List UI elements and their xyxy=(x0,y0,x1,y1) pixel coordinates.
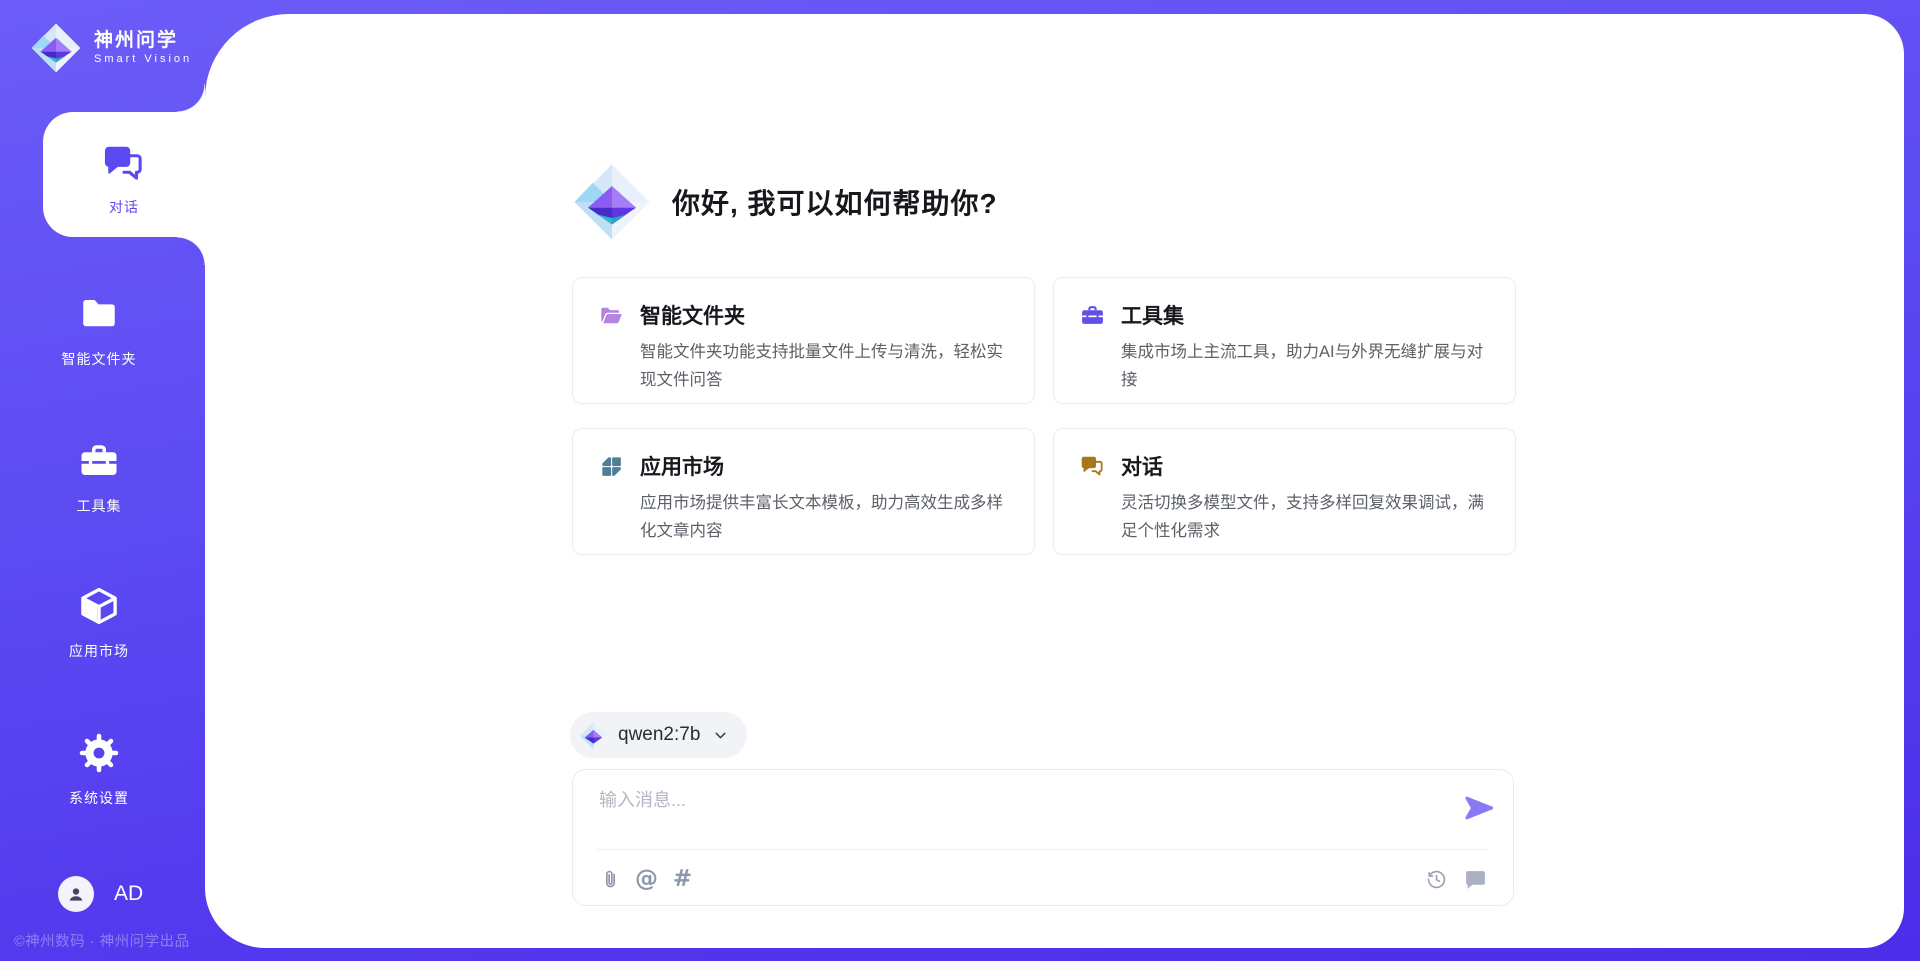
horizontal-scrollbar-track[interactable] xyxy=(0,961,1920,970)
sidebar-item-label: 应用市场 xyxy=(24,641,174,661)
person-icon xyxy=(65,883,87,905)
user-account[interactable]: AD xyxy=(58,876,143,912)
cube-icon xyxy=(78,585,120,627)
new-chat-button[interactable] xyxy=(1462,866,1489,893)
chevron-down-icon xyxy=(712,727,729,744)
greeting-block: 你好, 我可以如何帮助你? xyxy=(572,162,998,242)
card-description: 灵活切换多模型文件，支持多样回复效果调试，满足个性化需求 xyxy=(1121,489,1489,545)
card-title: 智能文件夹 xyxy=(640,300,745,330)
card-description: 智能文件夹功能支持批量文件上传与清洗，轻松实现文件问答 xyxy=(640,338,1008,394)
sidebar-item-chat[interactable]: 对话 xyxy=(43,112,205,237)
folder-icon xyxy=(78,293,120,335)
grid-cube-icon xyxy=(599,454,624,479)
copyright-footer: ©神州数码 · 神州问学出品 xyxy=(14,930,190,951)
card-description: 应用市场提供丰富长文本模板，助力高效生成多样化文章内容 xyxy=(640,489,1008,545)
paperclip-icon xyxy=(598,867,623,892)
composer-divider xyxy=(597,849,1489,850)
card-app-market[interactable]: 应用市场 应用市场提供丰富长文本模板，助力高效生成多样化文章内容 xyxy=(572,428,1035,555)
card-title: 应用市场 xyxy=(640,451,724,481)
user-initials: AD xyxy=(114,882,143,906)
hash-icon: # xyxy=(673,866,692,893)
history-button[interactable] xyxy=(1423,866,1450,893)
sidebar-item-toolset[interactable]: 工具集 xyxy=(24,440,174,516)
sidebar-item-label: 智能文件夹 xyxy=(24,349,174,369)
card-description: 集成市场上主流工具，助力AI与外界无缝扩展与对接 xyxy=(1121,338,1489,394)
card-smart-folder[interactable]: 智能文件夹 智能文件夹功能支持批量文件上传与清洗，轻松实现文件问答 xyxy=(572,277,1035,404)
sidebar-item-app-market[interactable]: 应用市场 xyxy=(24,585,174,661)
app-window: 神州问学 Smart Vision 对话 智能文件夹 xyxy=(0,0,1920,970)
greeting-text: 你好, 我可以如何帮助你? xyxy=(672,182,998,222)
model-selector[interactable]: qwen2:7b xyxy=(570,712,747,758)
topic-button[interactable]: # xyxy=(669,866,696,893)
model-diamond-icon xyxy=(579,721,608,750)
sidebar-item-smart-folder[interactable]: 智能文件夹 xyxy=(24,293,174,369)
card-toolset[interactable]: 工具集 集成市场上主流工具，助力AI与外界无缝扩展与对接 xyxy=(1053,277,1516,404)
avatar xyxy=(58,876,94,912)
model-name: qwen2:7b xyxy=(618,724,700,746)
brand-diamond-icon xyxy=(30,22,82,74)
brand-name: 神州问学 xyxy=(94,30,192,52)
folder-open-icon xyxy=(599,303,624,328)
card-title: 对话 xyxy=(1121,451,1163,481)
send-icon xyxy=(1462,791,1496,825)
sidebar-item-label: 系统设置 xyxy=(24,788,174,808)
brand-subtitle: Smart Vision xyxy=(94,52,192,66)
message-input[interactable] xyxy=(597,784,1437,842)
brand-logo-block: 神州问学 Smart Vision xyxy=(30,22,192,74)
card-title: 工具集 xyxy=(1121,300,1184,330)
chat-bubble-icon xyxy=(1463,867,1488,892)
send-button[interactable] xyxy=(1462,791,1496,825)
assistant-diamond-icon xyxy=(572,162,652,242)
tab-fillet-bottom xyxy=(177,237,205,265)
chat-icon xyxy=(102,142,146,186)
message-composer: @ # xyxy=(572,769,1514,906)
sidebar-item-label: 工具集 xyxy=(24,496,174,516)
tab-fillet-top xyxy=(177,84,205,112)
history-clock-icon xyxy=(1424,867,1449,892)
mention-button[interactable]: @ xyxy=(633,866,660,893)
gear-icon xyxy=(78,732,120,774)
chat-icon xyxy=(1080,454,1105,479)
toolbox-icon xyxy=(1080,303,1105,328)
at-icon: @ xyxy=(635,866,658,893)
attach-file-button[interactable] xyxy=(597,866,624,893)
toolbox-icon xyxy=(78,440,120,482)
sidebar-item-settings[interactable]: 系统设置 xyxy=(24,732,174,808)
card-chat[interactable]: 对话 灵活切换多模型文件，支持多样回复效果调试，满足个性化需求 xyxy=(1053,428,1516,555)
sidebar-item-label: 对话 xyxy=(43,197,205,217)
